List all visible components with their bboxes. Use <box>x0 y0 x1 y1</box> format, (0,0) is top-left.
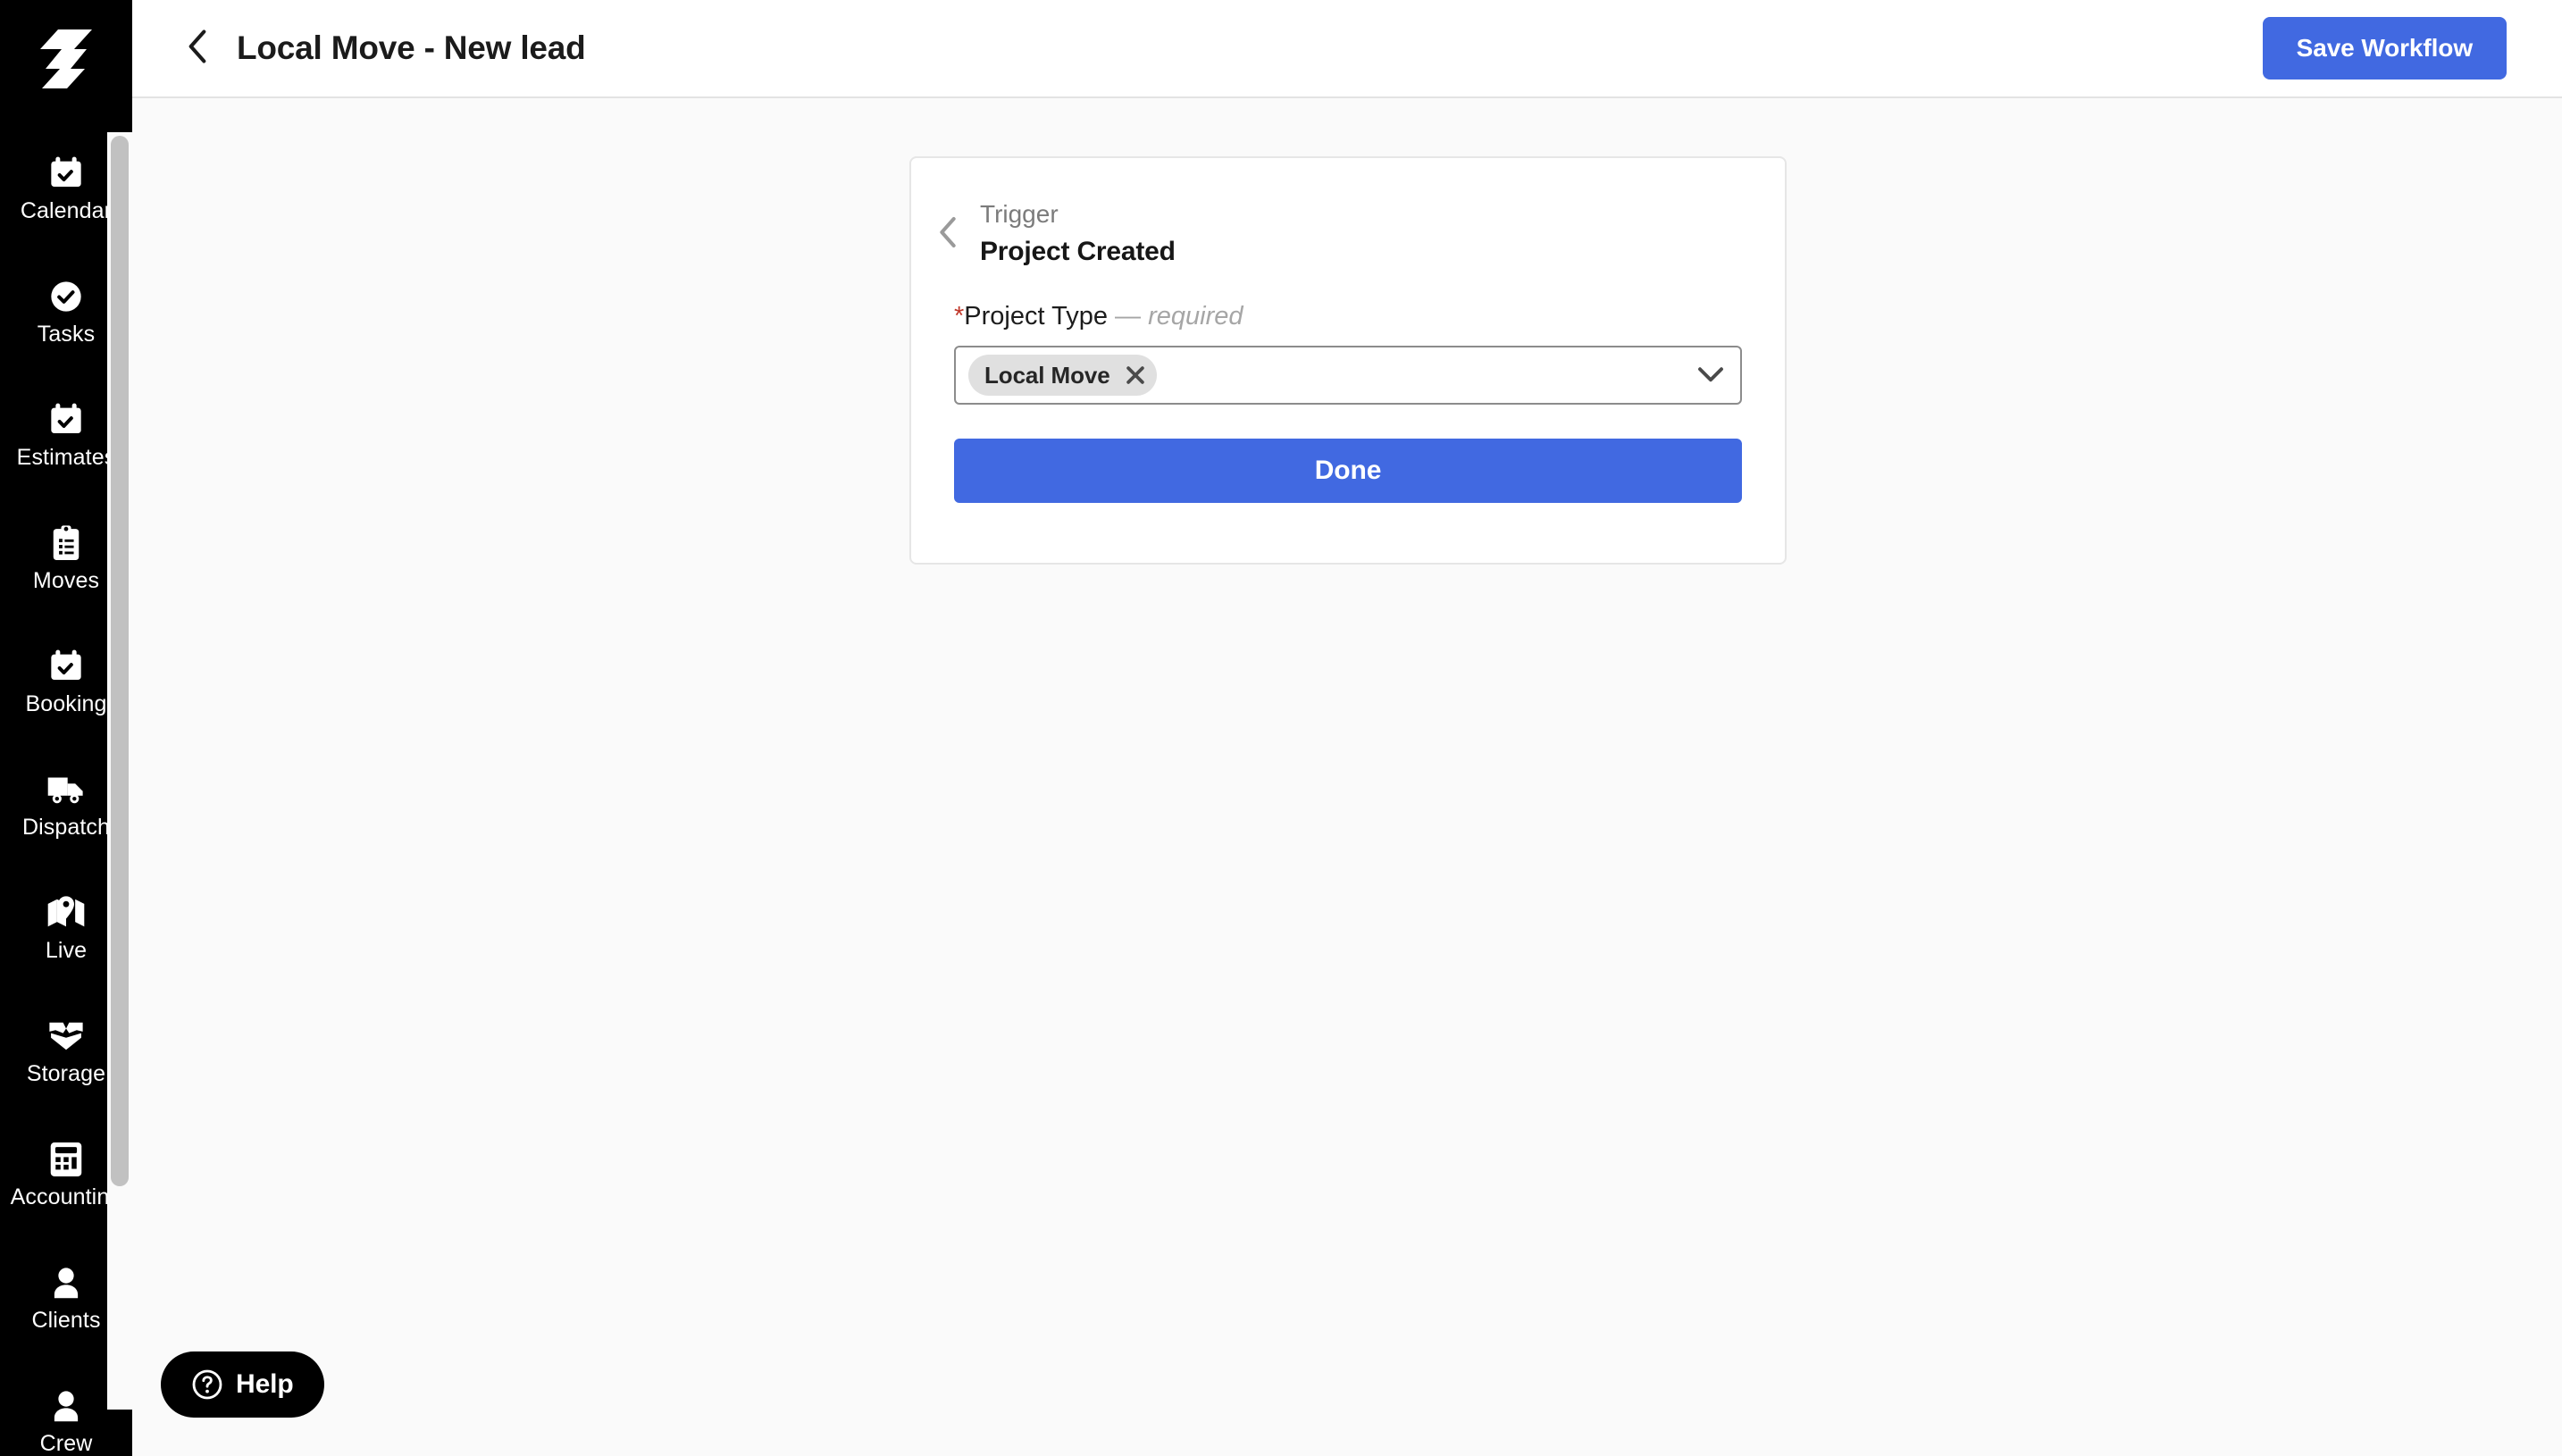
lightning-bolt-logo <box>40 29 92 88</box>
open-box-icon <box>46 1016 86 1057</box>
trigger-card: Trigger Project Created *Project Type — … <box>909 156 1787 565</box>
sidebar-item-label: Estimates <box>16 445 116 470</box>
trigger-kicker: Trigger <box>980 200 1059 228</box>
selected-value-chip[interactable]: Local Move <box>968 355 1157 396</box>
chevron-left-icon <box>939 216 957 253</box>
sidebar-item-label: Dispatch <box>21 815 111 840</box>
chevron-left-icon <box>188 29 207 68</box>
page-title: Local Move - New lead <box>237 29 586 66</box>
sidebar-scrollbar-thumb[interactable] <box>111 136 129 1186</box>
truck-icon <box>46 769 86 810</box>
save-workflow-button[interactable]: Save Workflow <box>2262 17 2507 79</box>
sidebar-item-label: Accounting <box>10 1184 122 1209</box>
user-icon <box>49 1262 83 1303</box>
required-note: required <box>1148 302 1243 331</box>
calculator-icon <box>49 1139 83 1180</box>
project-type-select[interactable]: Local Move <box>954 346 1742 405</box>
app-logo[interactable] <box>0 0 132 118</box>
chip-label: Local Move <box>984 362 1110 389</box>
trigger-header: Trigger Project Created <box>926 199 1785 269</box>
sidebar-item-label: Booking <box>25 691 107 716</box>
trigger-back-button[interactable] <box>926 208 969 260</box>
help-button[interactable]: Help <box>161 1351 324 1418</box>
calendar-check-icon <box>48 399 84 440</box>
sidebar-item-label: Live <box>45 938 88 963</box>
app-root: Calendar Tasks Estimates Moves Booking D… <box>0 0 2562 1456</box>
sidebar-item-label: Moves <box>32 568 100 593</box>
map-pin-icon <box>46 892 86 933</box>
chevron-down-icon[interactable] <box>1694 358 1728 392</box>
required-asterisk: * <box>954 302 965 331</box>
question-circle-icon <box>191 1368 223 1401</box>
calendar-check-icon <box>48 153 84 194</box>
main-canvas: Trigger Project Created *Project Type — … <box>132 98 2562 1456</box>
sidebar-item-label: Calendar <box>20 198 113 223</box>
clipboard-list-icon <box>49 523 83 564</box>
project-type-field: *Project Type — required Local Move <box>954 301 1742 405</box>
close-icon[interactable] <box>1123 363 1148 388</box>
calendar-check-icon <box>48 646 84 687</box>
trigger-text-block: Trigger Project Created <box>980 199 1176 269</box>
user-icon <box>49 1385 83 1427</box>
sidebar-item-label: Crew <box>39 1431 93 1456</box>
check-circle-icon <box>48 276 84 317</box>
project-type-label-text: Project Type <box>964 302 1108 331</box>
header-back-button[interactable] <box>180 28 215 69</box>
help-label: Help <box>236 1369 294 1399</box>
sidebar-item-label: Clients <box>31 1308 101 1333</box>
sidebar-item-label: Storage <box>26 1061 106 1086</box>
done-button[interactable]: Done <box>954 439 1742 503</box>
project-type-label: *Project Type — required <box>954 301 1742 331</box>
label-dash: — <box>1115 302 1142 331</box>
trigger-name: Project Created <box>980 237 1176 266</box>
page-header: Local Move - New lead Save Workflow <box>132 0 2562 98</box>
sidebar-item-label: Tasks <box>37 322 96 347</box>
